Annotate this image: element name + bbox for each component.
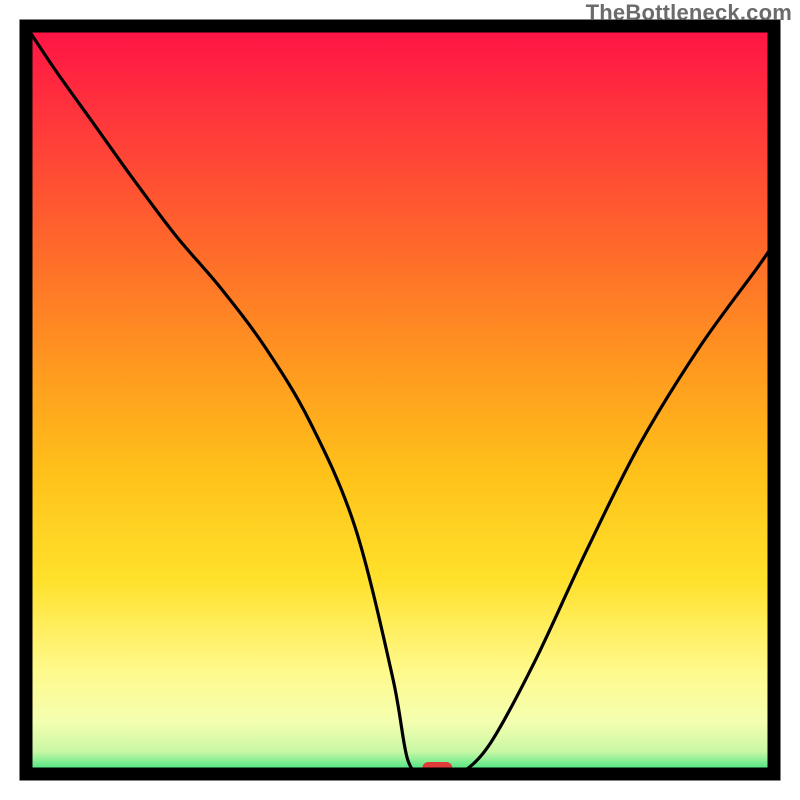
plot-background <box>26 26 774 774</box>
chart-container: TheBottleneck.com <box>0 0 800 800</box>
watermark-text: TheBottleneck.com <box>586 0 792 26</box>
bottleneck-chart <box>0 0 800 800</box>
